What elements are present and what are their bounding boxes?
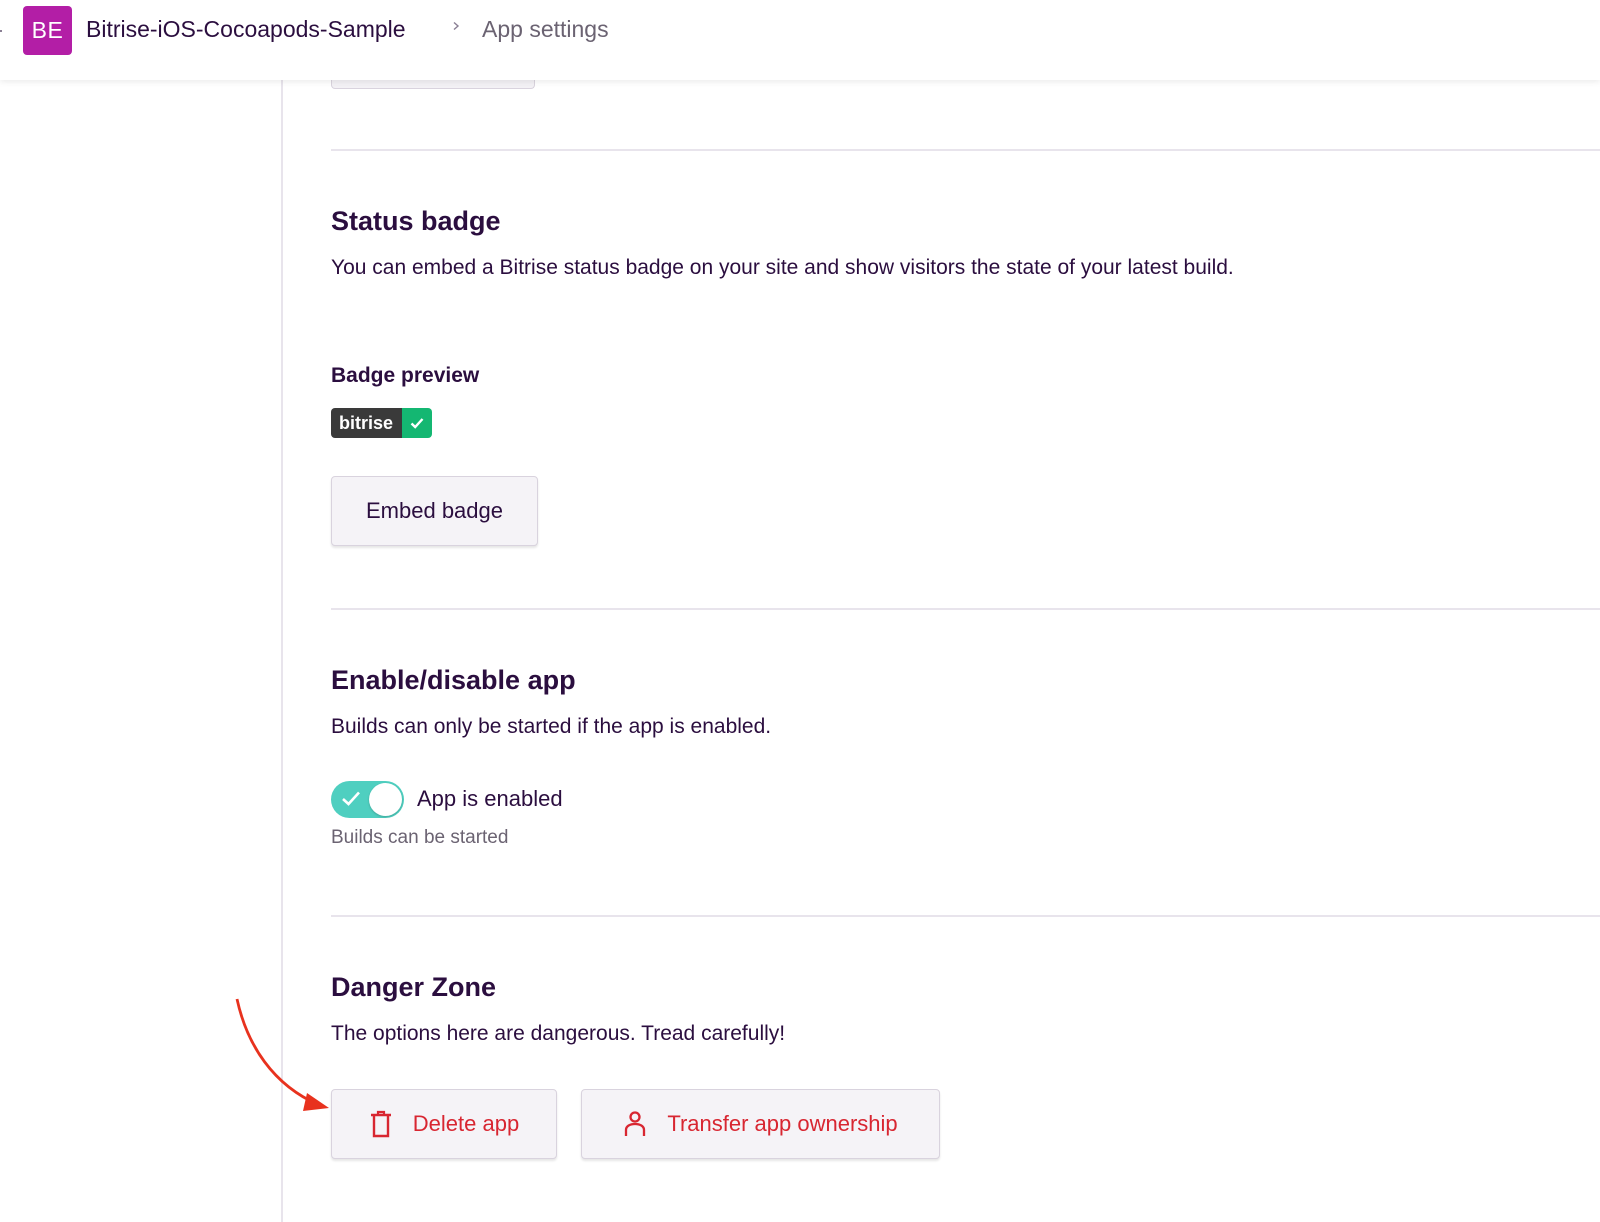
toggle-knob xyxy=(369,783,402,816)
toggle-help-text: Builds can be started xyxy=(331,827,509,848)
embed-badge-button[interactable]: Embed badge xyxy=(331,476,538,546)
enable-app-title: Enable/disable app xyxy=(331,665,576,695)
delete-app-label: Delete app xyxy=(412,1111,520,1136)
transfer-ownership-label: Transfer app ownership xyxy=(667,1111,898,1136)
breadcrumb-app-name[interactable]: Bitrise-iOS-Cocoapods-Sample xyxy=(86,16,406,43)
embed-badge-label: Embed badge xyxy=(366,498,503,523)
enable-app-description: Builds can only be started if the app is… xyxy=(331,715,772,738)
user-icon xyxy=(623,1110,647,1138)
badge-text: bitrise xyxy=(331,408,403,438)
back-edge-icon[interactable] xyxy=(0,30,2,32)
breadcrumb-current: App settings xyxy=(482,16,609,42)
app-enabled-toggle[interactable] xyxy=(331,781,404,818)
danger-zone-title: Danger Zone xyxy=(331,972,497,1002)
toggle-label: App is enabled xyxy=(417,786,563,811)
badge-check-icon xyxy=(402,408,433,438)
delete-app-button[interactable]: Delete app xyxy=(331,1089,557,1159)
status-badge-title: Status badge xyxy=(331,206,501,236)
status-badge-preview: bitrise xyxy=(331,408,433,438)
section-divider xyxy=(331,608,1600,610)
badge-preview-label: Badge preview xyxy=(331,364,480,387)
status-badge-description: You can embed a Bitrise status badge on … xyxy=(331,256,1234,279)
chevron-right-icon xyxy=(453,22,460,30)
danger-zone-description: The options here are dangerous. Tread ca… xyxy=(331,1022,786,1045)
check-icon xyxy=(342,791,360,806)
section-divider xyxy=(331,915,1600,917)
transfer-ownership-button[interactable]: Transfer app ownership xyxy=(581,1089,940,1159)
top-header: BE Bitrise-iOS-Cocoapods-Sample App sett… xyxy=(0,0,1600,80)
section-divider xyxy=(331,149,1600,151)
app-avatar: BE xyxy=(23,6,72,55)
trash-icon xyxy=(369,1110,393,1138)
annotation-arrow-icon xyxy=(235,998,329,1111)
